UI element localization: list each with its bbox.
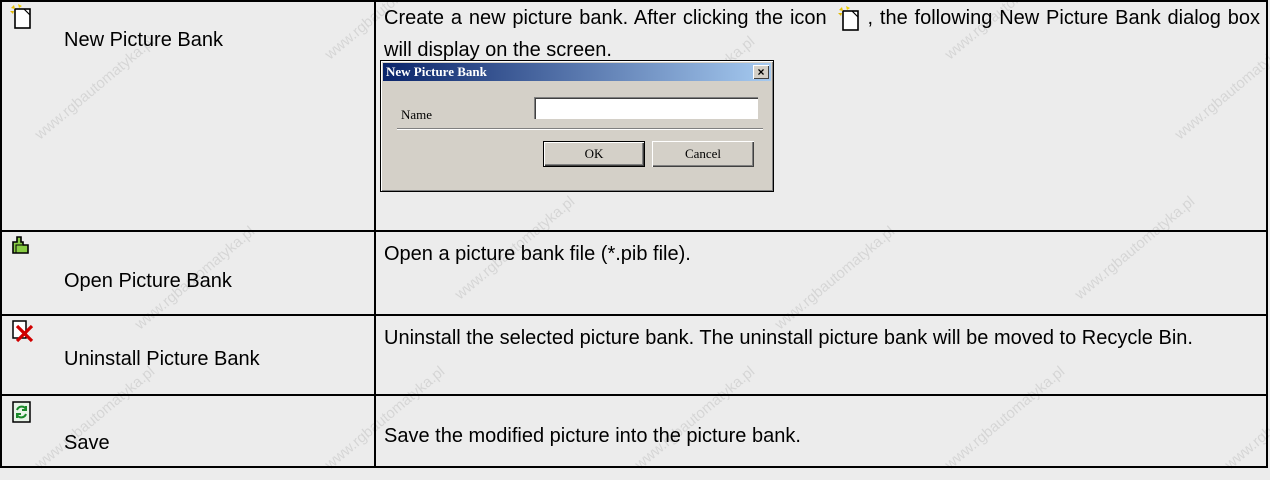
table-row: Uninstall Picture Bank Uninstall the sel… xyxy=(0,314,1268,396)
name-label: Name xyxy=(401,107,433,122)
dialog-divider xyxy=(397,128,763,130)
close-icon[interactable]: × xyxy=(753,65,769,79)
toolbar-reference-table: New Picture Bank Create a new picture ba… xyxy=(0,0,1268,468)
row-description: Save the modified picture into the pictu… xyxy=(384,425,801,447)
open-picture-bank-icon xyxy=(10,234,32,261)
table-row: Open Picture Bank Open a picture bank fi… xyxy=(0,230,1268,316)
row-label: New Picture Bank xyxy=(64,29,223,51)
dialog-titlebar: New Picture Bank × xyxy=(383,63,771,81)
row-description: Uninstall the selected picture bank. The… xyxy=(384,327,1193,349)
table-row: Save Save the modified picture into the … xyxy=(0,394,1268,468)
row-description: Create a new picture bank. After clickin… xyxy=(384,7,827,29)
row-description: Open a picture bank file (*.pib file). xyxy=(384,243,691,265)
cancel-button[interactable]: Cancel xyxy=(652,141,754,167)
row-label: Open Picture Bank xyxy=(64,270,232,292)
new-picture-bank-dialog: New Picture Bank × Name OK Cancel xyxy=(380,60,774,192)
row-label: Uninstall Picture Bank xyxy=(64,348,260,370)
ok-button[interactable]: OK xyxy=(543,141,645,167)
name-input[interactable] xyxy=(534,97,758,119)
save-icon xyxy=(10,400,34,429)
dialog-title: New Picture Bank xyxy=(386,64,487,79)
table-row: New Picture Bank Create a new picture ba… xyxy=(0,0,1268,232)
uninstall-picture-bank-icon xyxy=(10,319,36,348)
new-picture-bank-icon xyxy=(10,4,36,35)
row-label: Save xyxy=(64,432,110,454)
new-picture-bank-icon xyxy=(837,6,864,38)
